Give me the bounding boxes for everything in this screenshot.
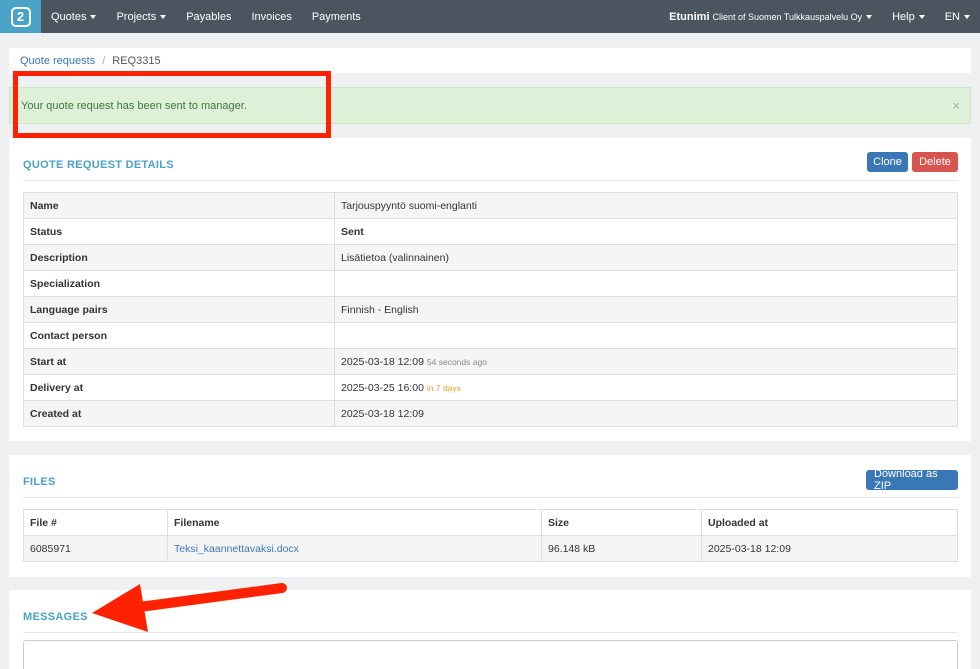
nav-invoices[interactable]: Invoices [241,0,301,33]
nav-projects-label: Projects [116,10,157,23]
detail-value [334,270,958,297]
help-label: Help [892,10,915,23]
messages-title: MESSAGES [23,611,88,623]
file-uploaded: 2025-03-18 12:09 [701,535,958,562]
table-row: Name Tarjouspyyntö suomi-englanti [23,192,958,219]
col-uploaded-at: Uploaded at [701,509,958,536]
caret-down-icon [90,14,97,19]
detail-value: 2025-03-18 12:09 [334,400,958,427]
details-table: Name Tarjouspyyntö suomi-englanti Status Se… [23,192,958,427]
user-company: Client of Suomen Tulkkauspalvelu Oy [712,11,863,22]
file-download-link[interactable]: Teksi_kaannettavaksi.docx [174,543,299,555]
caret-down-icon [160,14,167,19]
details-panel: QUOTE REQUEST DETAILS Clone Delete Name T… [9,138,971,441]
message-input[interactable] [23,640,958,669]
detail-value-text: 2025-03-25 16:00 [341,381,424,394]
detail-relative-time: 54 seconds ago [426,356,487,367]
detail-label: Created at [23,400,335,427]
detail-value [334,322,958,349]
detail-value: Tarjouspyyntö suomi-englanti [334,192,958,219]
language-label: EN [944,10,960,23]
caret-down-icon [918,14,925,19]
top-navbar: 2 Quotes Projects Payables Invoices Paym… [0,0,980,33]
table-row: Specialization [23,270,958,297]
detail-value-text: 2025-03-18 12:09 [341,355,424,368]
detail-label: Specialization [23,270,335,297]
detail-label: Language pairs [23,296,335,323]
download-zip-button[interactable]: Download as ZIP [866,468,958,492]
files-panel: FILES Download as ZIP File # Filename Si… [9,455,971,577]
detail-label: Delivery at [23,374,335,401]
col-file-number: File # [23,509,168,536]
user-name: Etunimi [669,10,710,23]
file-id: 6085971 [23,535,168,562]
files-header: FILES [23,455,958,498]
user-menu[interactable]: Etunimi Client of Suomen Tulkkauspalvelu… [659,0,882,33]
detail-value: Finnish - English [334,296,958,323]
annotation-highlight-box [13,71,331,138]
breadcrumb: Quote requests / REQ3315 [9,48,971,73]
messages-header: MESSAGES [23,590,958,633]
detail-value: 2025-03-25 16:00 in 7 days [334,374,958,401]
nav-payables[interactable]: Payables [176,0,241,33]
detail-label: Contact person [23,322,335,349]
logo-icon: 2 [10,6,31,27]
table-row: Language pairs Finnish - English [23,296,958,323]
detail-value: 2025-03-18 12:09 54 seconds ago [334,348,958,375]
detail-value-text: Sent [341,225,364,238]
messages-panel: MESSAGES [9,590,971,669]
detail-value-text: Lisätietoa (valinnainen) [341,251,449,264]
table-row: Created at 2025-03-18 12:09 [23,400,958,427]
detail-label: Description [23,244,335,271]
detail-label: Name [23,192,335,219]
detail-value-text: Finnish - English [341,303,419,316]
details-header: QUOTE REQUEST DETAILS [23,138,958,181]
detail-relative-time: in 7 days [426,382,461,393]
nav-payments[interactable]: Payments [302,0,371,33]
table-row: Description Lisätietoa (valinnainen) [23,244,958,271]
files-header-row: File # Filename Size Uploaded at [23,509,958,536]
caret-down-icon [964,14,970,19]
files-table: File # Filename Size Uploaded at 6085971… [23,509,958,562]
nav-quotes[interactable]: Quotes [41,0,106,33]
table-row: Delivery at 2025-03-25 16:00 in 7 days [23,374,958,401]
table-row: Start at 2025-03-18 12:09 54 seconds ago [23,348,958,375]
detail-label: Status [23,218,335,245]
nav-quotes-label: Quotes [51,10,87,23]
nav-projects[interactable]: Projects [106,0,176,33]
breadcrumb-quote-requests[interactable]: Quote requests [20,55,95,67]
detail-label: Start at [23,348,335,375]
details-title: QUOTE REQUEST DETAILS [23,159,174,171]
col-size: Size [541,509,702,536]
detail-value-text: 2025-03-18 12:09 [341,407,424,420]
col-filename: Filename [167,509,542,536]
detail-value: Lisätietoa (valinnainen) [334,244,958,271]
table-row: Status Sent [23,218,958,245]
clone-button[interactable]: Clone [867,152,908,172]
language-menu[interactable]: EN [935,0,980,33]
detail-value-text: Tarjouspyyntö suomi-englanti [341,199,477,212]
caret-down-icon [866,14,873,19]
app-logo[interactable]: 2 [0,0,41,33]
files-title: FILES [23,476,56,488]
file-size: 96.148 kB [541,535,702,562]
detail-value: Sent [334,218,958,245]
table-row: Contact person [23,322,958,349]
breadcrumb-current: REQ3315 [112,54,161,67]
table-row: 6085971 Teksi_kaannettavaksi.docx 96.148… [23,535,958,562]
breadcrumb-separator: / [102,54,106,67]
delete-button[interactable]: Delete [912,152,958,172]
close-icon[interactable]: × [952,98,960,113]
help-menu[interactable]: Help [882,0,935,33]
file-name-cell: Teksi_kaannettavaksi.docx [167,535,542,562]
